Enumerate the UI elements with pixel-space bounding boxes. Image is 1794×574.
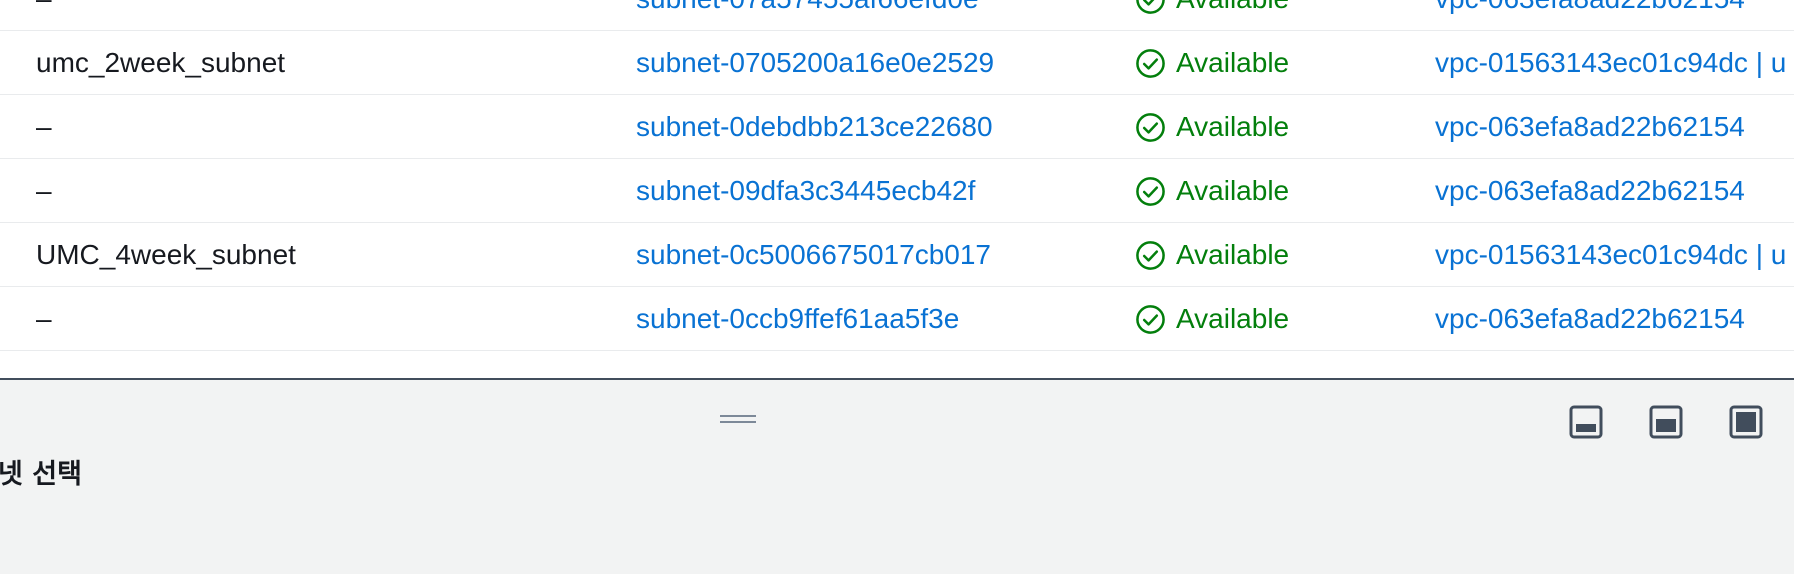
check-circle-icon bbox=[1136, 304, 1165, 334]
status-text: Available bbox=[1176, 47, 1290, 78]
table-row[interactable]: – subnet-07a57455af66efd0e Available vpc… bbox=[0, 0, 1794, 31]
vpc-link[interactable]: vpc-063efa8ad22b62154 bbox=[1435, 303, 1745, 335]
status-text: Available bbox=[1176, 111, 1290, 142]
split-side-icon[interactable] bbox=[1649, 405, 1683, 439]
split-full-icon[interactable] bbox=[1729, 405, 1763, 439]
table-row[interactable]: umc_2week_subnet subnet-0705200a16e0e252… bbox=[0, 32, 1794, 95]
subnet-name-cell: umc_2week_subnet bbox=[36, 47, 286, 78]
subnet-id-link[interactable]: subnet-09dfa3c3445ecb42f bbox=[636, 175, 975, 207]
status-cell: Available bbox=[1135, 288, 1289, 350]
status-text: Available bbox=[1176, 303, 1290, 334]
status-text: Available bbox=[1176, 175, 1290, 206]
status-cell: Available bbox=[1135, 32, 1289, 94]
table-row[interactable]: UMC_4week_subnet subnet-0c5006675017cb01… bbox=[0, 224, 1794, 287]
status-text: Available bbox=[1176, 0, 1289, 15]
subnet-table: – subnet-07a57455af66efd0e Available vpc… bbox=[0, 0, 1794, 378]
check-circle-icon bbox=[1136, 112, 1165, 142]
status-text: Available bbox=[1176, 239, 1290, 270]
drag-handle-icon[interactable] bbox=[720, 411, 756, 425]
check-circle-icon bbox=[1136, 176, 1165, 206]
vpc-link[interactable]: vpc-01563143ec01c94dc | u bbox=[1435, 239, 1786, 271]
subnet-id-link[interactable]: subnet-0ccb9ffef61aa5f3e bbox=[636, 303, 959, 335]
subnet-id-link[interactable]: subnet-0c5006675017cb017 bbox=[636, 239, 991, 271]
table-row[interactable]: – subnet-0debdbb213ce22680 Available vpc… bbox=[0, 96, 1794, 159]
panel-title: 넷 선택 bbox=[0, 459, 82, 490]
subnet-name-cell: – bbox=[36, 111, 52, 142]
check-circle-icon bbox=[1136, 48, 1165, 78]
check-circle-icon bbox=[1136, 0, 1165, 14]
vpc-link[interactable]: vpc-063efa8ad22b62154 bbox=[1435, 111, 1745, 143]
subnet-id-link[interactable]: subnet-07a57455af66efd0e bbox=[636, 0, 979, 15]
subnet-name-cell: – bbox=[36, 175, 52, 206]
vpc-link[interactable]: vpc-063efa8ad22b62154 bbox=[1435, 175, 1745, 207]
vpc-link[interactable]: vpc-063efa8ad22b62154 bbox=[1435, 0, 1745, 15]
vpc-link[interactable]: vpc-01563143ec01c94dc | u bbox=[1435, 47, 1786, 79]
split-panel: 넷 선택 bbox=[0, 380, 1794, 574]
table-row[interactable]: – subnet-09dfa3c3445ecb42f Available vpc… bbox=[0, 160, 1794, 223]
subnet-name-cell: – bbox=[36, 0, 52, 30]
split-bottom-icon[interactable] bbox=[1569, 405, 1603, 439]
status-cell: Available bbox=[1135, 96, 1289, 158]
subnet-name-cell: – bbox=[36, 303, 52, 334]
status-cell: Available bbox=[1135, 224, 1289, 286]
status-cell: Available bbox=[1135, 160, 1289, 222]
table-row[interactable]: – subnet-0ccb9ffef61aa5f3e Available vpc… bbox=[0, 288, 1794, 351]
subnet-id-link[interactable]: subnet-0debdbb213ce22680 bbox=[636, 111, 993, 143]
subnet-name-cell: UMC_4week_subnet bbox=[36, 239, 296, 270]
check-circle-icon bbox=[1136, 240, 1165, 270]
subnet-id-link[interactable]: subnet-0705200a16e0e2529 bbox=[636, 47, 994, 79]
status-cell: Available bbox=[1135, 0, 1289, 30]
